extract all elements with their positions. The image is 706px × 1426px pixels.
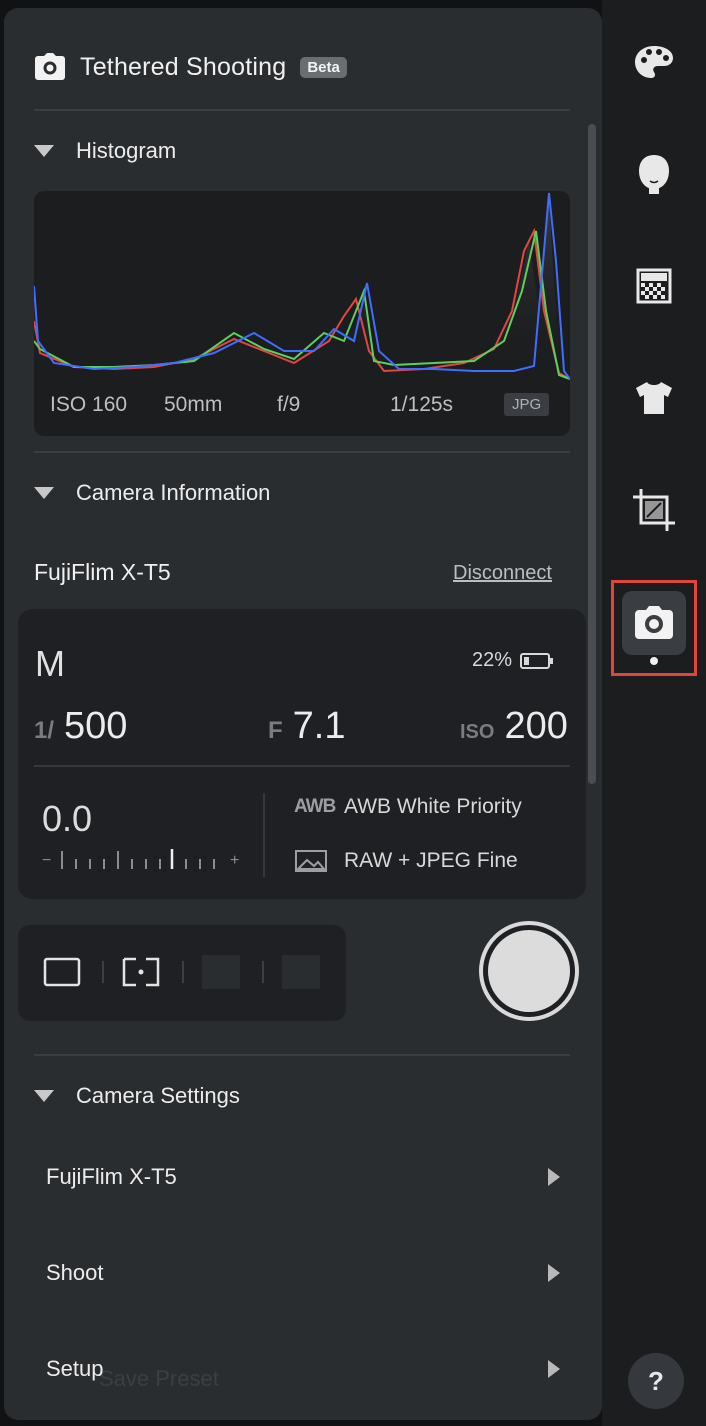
camera-information-title: Camera Information (76, 480, 271, 505)
svg-text:+: + (230, 852, 239, 869)
chevron-right-icon (548, 1168, 560, 1186)
histogram-section-toggle[interactable]: Histogram (34, 134, 176, 168)
histogram-chart: ISO 160 50mm f/9 1/125s JPG (34, 191, 570, 436)
histogram-luma-area (34, 201, 570, 381)
single-frame-icon[interactable] (43, 955, 81, 989)
divider (182, 961, 184, 983)
divider (34, 1054, 570, 1056)
shirt-icon[interactable] (632, 376, 676, 420)
camera-icon (35, 53, 65, 80)
histogram-shutter: 1/125s (390, 393, 454, 416)
pattern-icon[interactable] (632, 264, 676, 308)
connected-camera-name: FujiFlim X-T5 (34, 559, 171, 585)
battery-icon (520, 652, 554, 669)
settings-item-label: Shoot (46, 1260, 104, 1285)
histogram-aperture: f/9 (277, 393, 301, 416)
divider (34, 451, 570, 453)
iso-label: ISO (460, 721, 495, 743)
beta-badge: Beta (300, 56, 347, 78)
aperture-value: 7.1 (292, 705, 346, 747)
iso[interactable]: ISO 200 (460, 705, 568, 748)
right-tool-rail (602, 0, 706, 1426)
exposure-compensation-scale[interactable]: − + (42, 847, 242, 871)
white-balance[interactable]: AWB AWB White Priority (294, 795, 522, 819)
settings-item-label: Setup (46, 1356, 104, 1381)
divider (34, 109, 570, 111)
mode-4-icon[interactable] (282, 955, 320, 989)
settings-item-shoot[interactable]: Shoot (46, 1253, 566, 1293)
divider (262, 961, 264, 983)
camera-status-card: M 22% 1/ 500 F 7.1 ISO 200 0.0 − + AWB A… (18, 609, 586, 899)
focus-point-icon[interactable] (122, 955, 160, 989)
active-tool-highlight (611, 580, 697, 676)
panel-header: Tethered Shooting Beta (34, 44, 347, 90)
camera-settings-toggle[interactable]: Camera Settings (34, 1079, 240, 1113)
panel-title: Tethered Shooting (80, 52, 287, 81)
chevron-right-icon (548, 1360, 560, 1378)
histogram-iso: ISO 160 (50, 393, 128, 416)
crop-icon[interactable] (632, 488, 676, 532)
shutter-button[interactable] (479, 921, 579, 1021)
image-icon (295, 850, 327, 872)
divider (263, 793, 265, 877)
format-badge: JPG (504, 393, 550, 416)
white-balance-value: AWB White Priority (344, 795, 522, 818)
mode-3-icon[interactable] (202, 955, 240, 989)
settings-item-label: FujiFlim X-T5 (46, 1164, 177, 1189)
disconnect-link[interactable]: Disconnect (453, 562, 552, 585)
camera-settings-title: Camera Settings (76, 1083, 240, 1108)
aperture-label: F (268, 717, 283, 744)
collapse-triangle-icon (34, 1090, 54, 1102)
battery-status: 22% (472, 649, 554, 672)
image-quality[interactable]: RAW + JPEG Fine (294, 849, 518, 873)
chevron-right-icon (548, 1264, 560, 1282)
iso-value: 200 (504, 705, 568, 747)
shutter-speed[interactable]: 1/ 500 (34, 705, 127, 748)
shutter-value: 500 (64, 705, 128, 747)
divider (34, 765, 570, 767)
svg-text:−: − (42, 852, 51, 869)
palette-icon[interactable] (632, 40, 676, 84)
scrollbar[interactable] (588, 124, 596, 784)
awb-icon: AWB (294, 796, 336, 817)
histogram-focal-length: 50mm (164, 393, 223, 416)
exposure-compensation-value: 0.0 (42, 798, 93, 839)
divider (102, 961, 104, 983)
face-icon[interactable] (632, 152, 676, 196)
image-quality-value: RAW + JPEG Fine (344, 849, 518, 872)
histogram-title: Histogram (76, 138, 177, 163)
histogram-exif: ISO 160 50mm f/9 1/125s JPG (34, 391, 570, 423)
tethered-shooting-panel: Tethered Shooting Beta Histogram ISO 160… (4, 8, 602, 1420)
camera-information-toggle[interactable]: Camera Information (34, 476, 270, 510)
collapse-triangle-icon (34, 487, 54, 499)
battery-percent: 22% (472, 649, 513, 671)
settings-item-setup[interactable]: Setup (46, 1349, 566, 1389)
settings-item-camera[interactable]: FujiFlim X-T5 (46, 1157, 566, 1197)
collapse-triangle-icon (34, 145, 54, 157)
aperture[interactable]: F 7.1 (268, 705, 346, 748)
drive-mode-bar (18, 925, 346, 1021)
help-button[interactable]: ? (628, 1353, 684, 1409)
shutter-label: 1/ (34, 717, 55, 744)
exposure-mode: M (35, 643, 65, 684)
